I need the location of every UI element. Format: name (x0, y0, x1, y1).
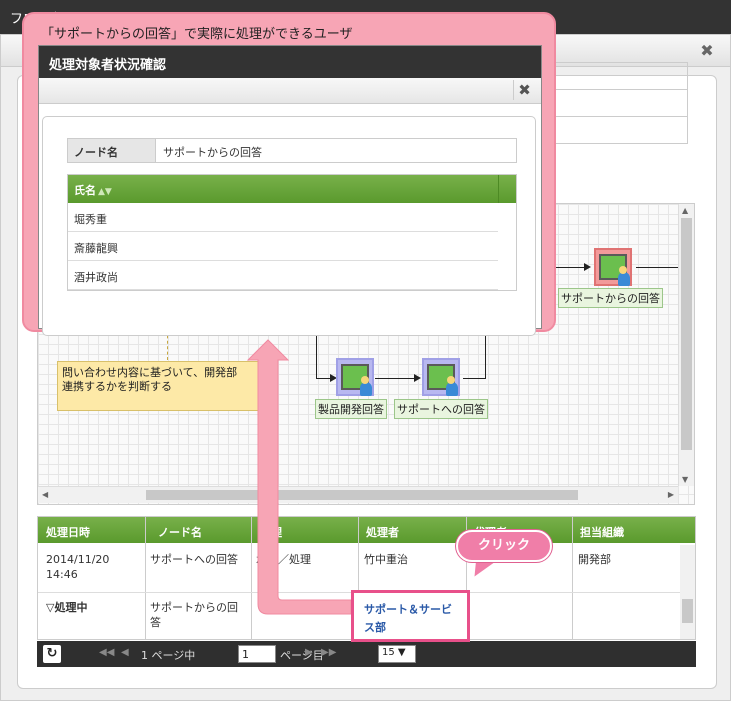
assignee-dialog: 処理対象者状況確認 ✖ ノード名 サポートからの回答 氏名 ▲▼ 堀秀重 斎藤龍興… (38, 45, 542, 336)
header-scroll-spacer (498, 175, 516, 203)
callout-panel: 「サポートからの回答」で実際に処理ができるユーザ 処理対象者状況確認 ✖ ノード… (22, 12, 556, 336)
table-row[interactable]: 堀秀重 (68, 203, 498, 232)
node-name-value: サポートからの回答 (163, 146, 262, 159)
node-name-label: ノード名 (68, 139, 156, 162)
dialog-toolbar: ✖ (39, 78, 541, 104)
column-header[interactable]: 氏名 (74, 184, 96, 197)
callout-title: 「サポートからの回答」で実際に処理ができるユーザ (41, 27, 353, 42)
processor-link[interactable]: サポート＆サービ ス部 (364, 601, 452, 637)
highlighted-processor-cell[interactable]: サポート＆サービ ス部 (351, 590, 470, 642)
dialog-title: 処理対象者状況確認 (39, 46, 541, 78)
sort-icon[interactable]: ▲▼ (98, 187, 112, 197)
close-icon[interactable]: ✖ (513, 80, 535, 100)
table-row[interactable]: 酒井政尚 (68, 261, 498, 290)
users-table: 氏名 ▲▼ 堀秀重 斎藤龍興 酒井政尚 (67, 174, 517, 291)
table-row[interactable]: 斎藤龍興 (68, 232, 498, 261)
click-annotation: クリック (456, 530, 552, 562)
users-header[interactable]: 氏名 ▲▼ (68, 175, 516, 203)
dialog-body: ノード名 サポートからの回答 氏名 ▲▼ 堀秀重 斎藤龍興 酒井政尚 (42, 116, 536, 336)
node-name-row: ノード名 サポートからの回答 (67, 138, 517, 163)
